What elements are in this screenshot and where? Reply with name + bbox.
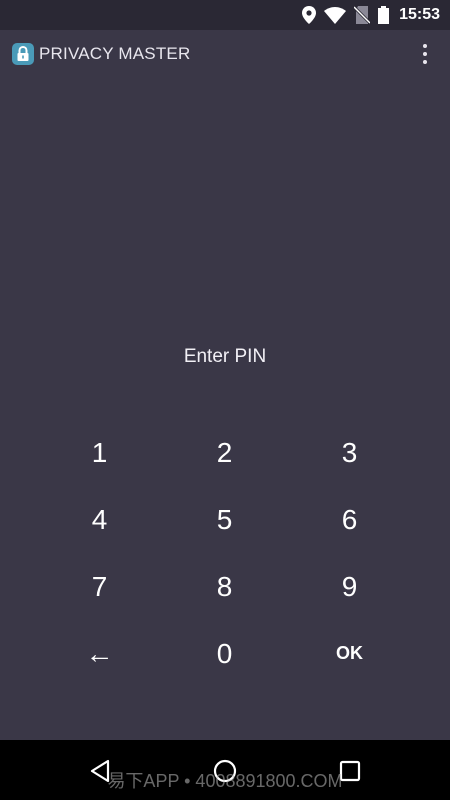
backspace-key[interactable]: ← — [37, 620, 162, 687]
navigation-bar — [0, 740, 450, 800]
key-9[interactable]: 9 — [287, 553, 412, 620]
app-title: PRIVACY MASTER — [39, 44, 191, 63]
ok-key[interactable]: OK — [287, 620, 412, 687]
key-2[interactable]: 2 — [162, 419, 287, 486]
key-0[interactable]: 0 — [162, 620, 287, 687]
location-icon — [302, 6, 317, 24]
overflow-menu-icon[interactable] — [414, 40, 436, 68]
pin-prompt: Enter PIN — [183, 346, 267, 367]
pin-keypad: 1 2 3 4 5 6 7 8 9 ← 0 OK — [37, 419, 412, 687]
status-icons: 15:53 — [302, 0, 440, 30]
app-bar: PRIVACY MASTER — [0, 30, 450, 78]
key-3[interactable]: 3 — [287, 419, 412, 486]
home-icon[interactable] — [212, 758, 238, 784]
no-sim-icon — [354, 6, 371, 24]
battery-icon — [378, 6, 390, 24]
lock-icon — [12, 43, 34, 65]
key-7[interactable]: 7 — [37, 553, 162, 620]
key-6[interactable]: 6 — [287, 486, 412, 553]
menu-dot — [423, 60, 427, 64]
menu-dot — [423, 44, 427, 48]
back-icon[interactable] — [87, 758, 113, 784]
status-time: 15:53 — [399, 6, 440, 23]
menu-dot — [423, 52, 427, 56]
key-8[interactable]: 8 — [162, 553, 287, 620]
status-bar: 15:53 — [0, 0, 450, 30]
recents-icon[interactable] — [337, 758, 363, 784]
wifi-icon — [324, 6, 347, 24]
key-1[interactable]: 1 — [37, 419, 162, 486]
key-5[interactable]: 5 — [162, 486, 287, 553]
key-4[interactable]: 4 — [37, 486, 162, 553]
backspace-arrow-icon: ← — [85, 637, 114, 669]
